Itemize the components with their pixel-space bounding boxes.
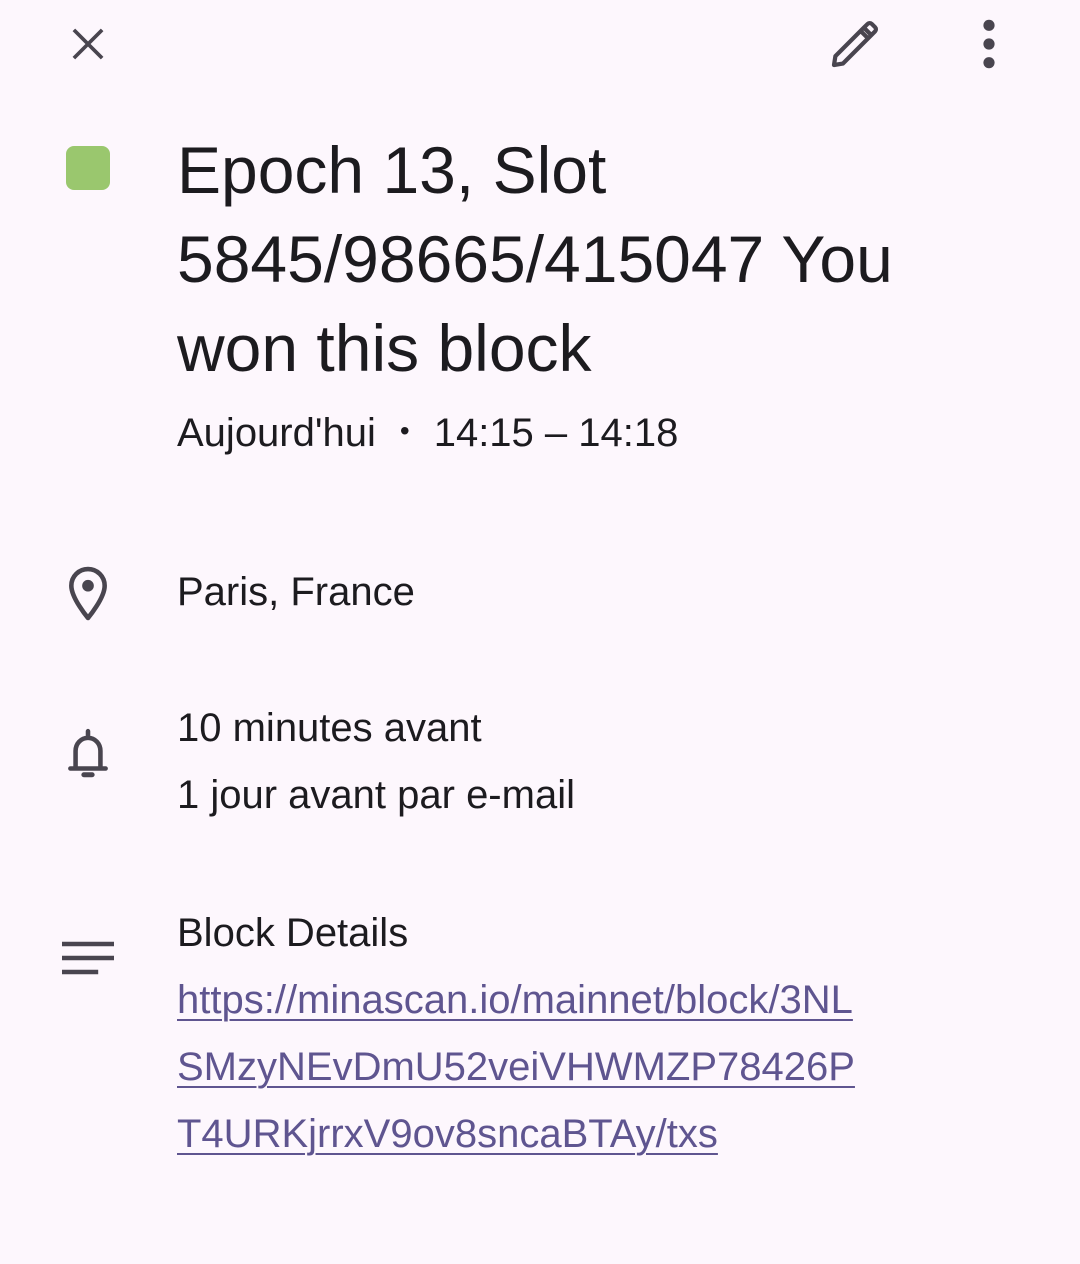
datetime-separator: • — [399, 415, 410, 447]
bell-icon — [58, 724, 118, 784]
event-title: Epoch 13, Slot 5845/98665/415047 You won… — [177, 133, 893, 385]
location-icon — [58, 563, 118, 623]
close-icon — [72, 28, 104, 60]
event-date: Aujourd'hui — [177, 411, 376, 455]
reminder-item: 1 jour avant par e-mail — [177, 773, 575, 817]
more-options-button[interactable] — [949, 4, 1029, 84]
edit-button[interactable] — [815, 4, 895, 84]
notes-icon — [58, 928, 118, 988]
event-location[interactable]: Paris, France — [177, 559, 415, 626]
description-heading: Block Details — [177, 911, 409, 955]
reminders-list: 10 minutes avant 1 jour avant par e-mail — [177, 695, 575, 829]
event-color-chip — [66, 146, 110, 190]
block-details-link[interactable]: https://minascan.io/mainnet/block/3NLSMz… — [177, 967, 867, 1168]
close-button[interactable] — [48, 4, 128, 84]
reminder-item: 10 minutes avant — [177, 706, 482, 750]
event-datetime: Aujourd'hui • 14:15 – 14:18 — [177, 406, 678, 462]
pencil-icon — [831, 20, 879, 68]
more-vert-icon — [983, 19, 995, 69]
event-description: Block Details https://minascan.io/mainne… — [177, 900, 867, 1168]
event-details-screen: Epoch 13, Slot 5845/98665/415047 You won… — [0, 0, 1080, 1264]
event-time-range: 14:15 – 14:18 — [433, 411, 679, 455]
